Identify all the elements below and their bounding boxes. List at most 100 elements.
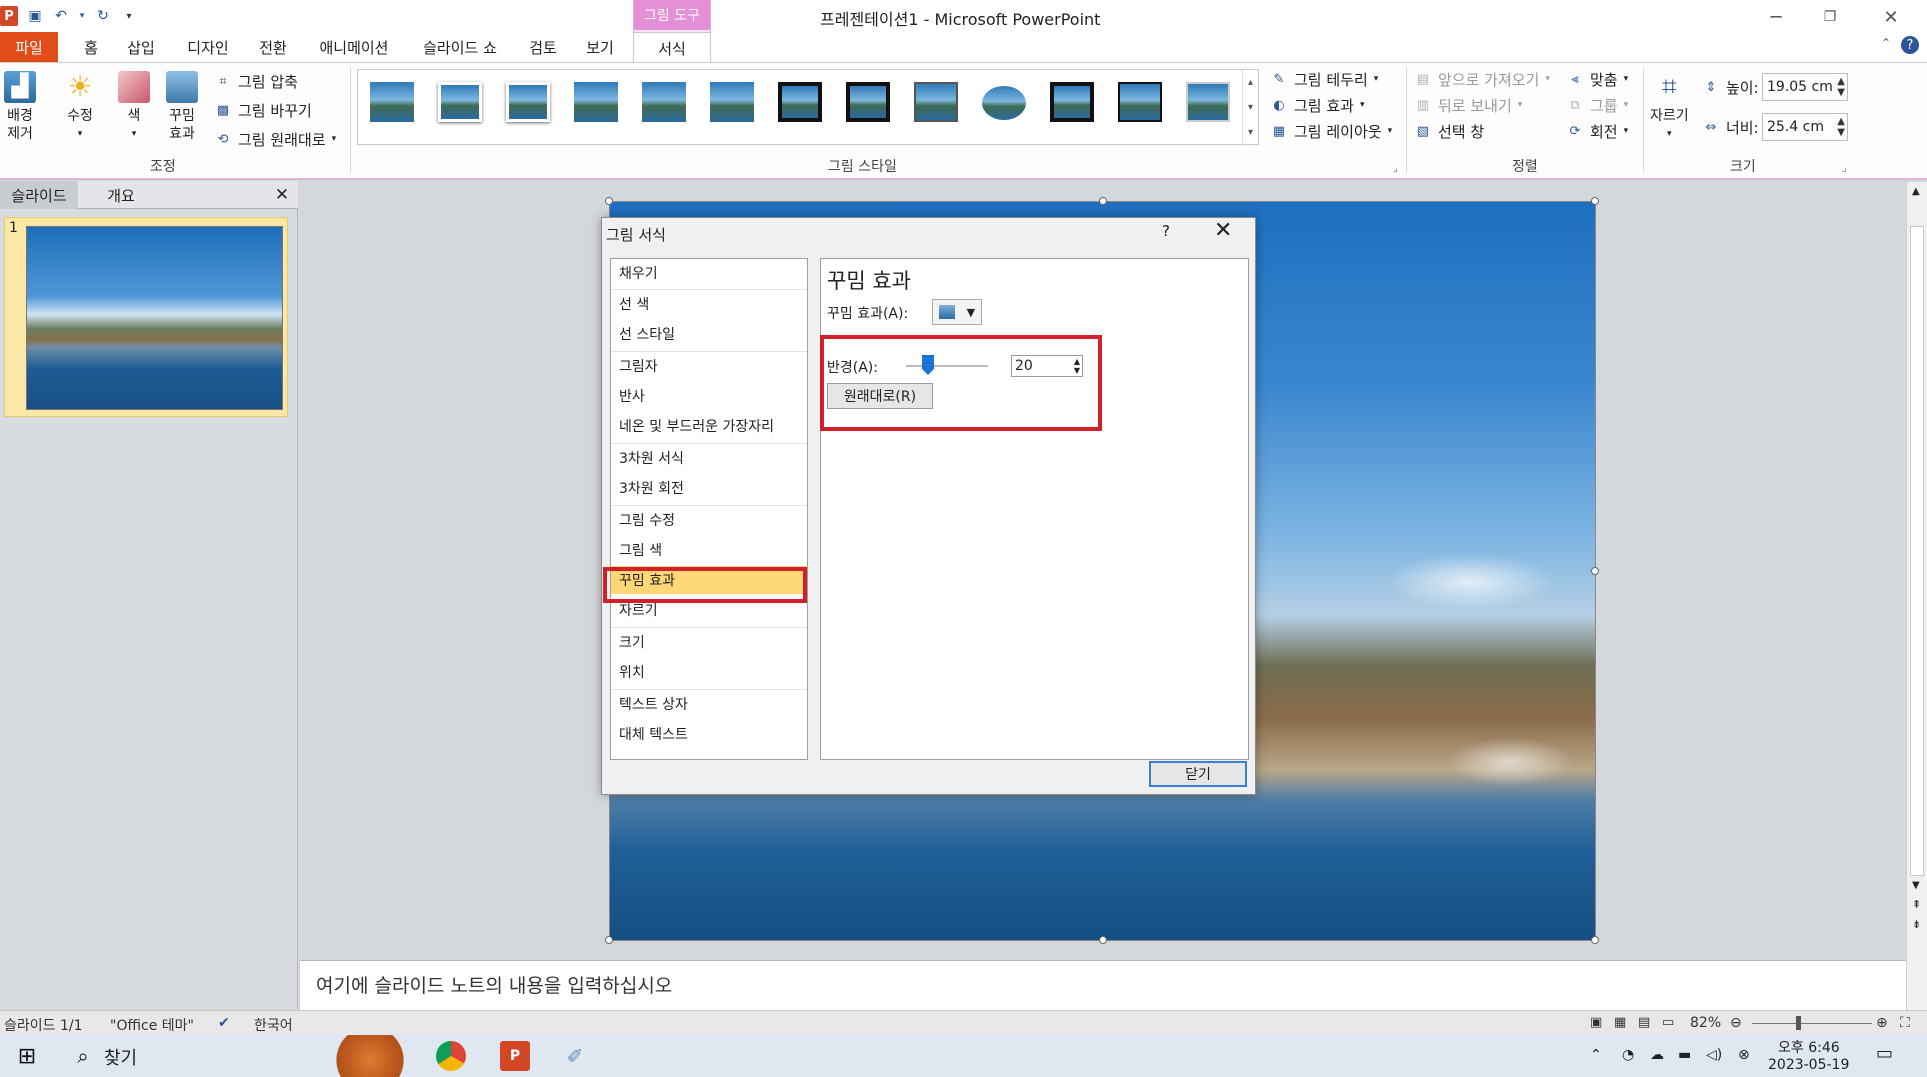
picture-effects-button[interactable]: ◐ 그림 효과 ▾	[1270, 93, 1364, 117]
style-thumb[interactable]	[574, 82, 618, 122]
close-window-icon[interactable]: ✕	[1868, 4, 1914, 30]
windows-start-icon[interactable]: ⊞	[12, 1041, 42, 1071]
style-thumb[interactable]	[778, 82, 822, 122]
resize-handle[interactable]	[1591, 936, 1599, 944]
bring-forward-button[interactable]: ▤ 앞으로 가져오기 ▾	[1414, 67, 1550, 91]
scroll-up-icon[interactable]: ▲	[1912, 186, 1920, 197]
send-backward-button[interactable]: ▥ 뒤로 보내기 ▾	[1414, 93, 1522, 117]
vertical-scrollbar[interactable]: ▲ ▼ ⇞ ⇟	[1906, 182, 1927, 1010]
battery-icon[interactable]: ▬	[1678, 1047, 1691, 1063]
tray-expand-icon[interactable]: ⌃	[1590, 1047, 1602, 1063]
picture-border-button[interactable]: ✎ 그림 테두리 ▾	[1270, 67, 1379, 91]
compress-pictures-button[interactable]: ⌗ 그림 압축	[214, 69, 298, 93]
remove-background-button[interactable]: ▟ 배경 제거	[4, 71, 36, 143]
nav-glow-soft-edges[interactable]: 네온 및 부드러운 가장자리	[611, 412, 807, 440]
search-label[interactable]: 찾기	[104, 1044, 137, 1070]
clock-time[interactable]: 오후 6:46	[1778, 1037, 1840, 1057]
resize-handle[interactable]	[1591, 197, 1599, 205]
gallery-up-icon[interactable]: ▴	[1242, 70, 1258, 95]
nav-reflection[interactable]: 반사	[611, 382, 807, 410]
change-picture-button[interactable]: ▩ 그림 바꾸기	[214, 98, 312, 122]
resize-handle[interactable]	[1591, 567, 1599, 575]
resize-handle[interactable]	[605, 197, 613, 205]
undo-dropdown-icon[interactable]: ▾	[78, 7, 86, 25]
collapse-ribbon-icon[interactable]: ⌃	[1881, 36, 1891, 54]
slide-thumbnail-item[interactable]: 1	[4, 217, 288, 417]
color-button[interactable]: 색 ▾	[118, 71, 150, 143]
nav-position[interactable]: 위치	[611, 658, 807, 686]
tab-insert[interactable]: 삽입	[122, 32, 160, 62]
gallery-more-icon[interactable]: ▾	[1242, 120, 1258, 145]
nav-alt-text[interactable]: 대체 텍스트	[611, 720, 807, 748]
corrections-button[interactable]: ☀ 수정 ▾	[64, 71, 96, 143]
scroll-down-icon[interactable]: ▼	[1912, 880, 1920, 891]
tab-file[interactable]: 파일	[0, 32, 58, 62]
artistic-effect-dropdown[interactable]: ▼	[932, 299, 982, 325]
crop-button[interactable]: ⌗ 자르기 ▾	[1650, 71, 1689, 143]
zoom-slider[interactable]	[1752, 1023, 1872, 1024]
style-thumb[interactable]	[438, 82, 482, 122]
picture-layout-button[interactable]: ▦ 그림 레이아웃 ▾	[1270, 119, 1392, 143]
style-thumb[interactable]	[1186, 82, 1230, 122]
zoom-out-icon[interactable]: ⊖	[1730, 1015, 1742, 1031]
dialog-launcher-icon[interactable]: ⌟	[1842, 163, 1847, 174]
slide-sorter-icon[interactable]: ▦	[1614, 1015, 1626, 1030]
notification-center-icon[interactable]: ▭	[1876, 1043, 1893, 1064]
artistic-effects-button[interactable]: 꾸밈 효과	[166, 71, 198, 143]
style-thumb[interactable]	[982, 86, 1026, 120]
powerpoint-logo-icon[interactable]: P	[0, 6, 18, 26]
resize-handle[interactable]	[1099, 197, 1107, 205]
powerpoint-taskbar-icon[interactable]: P	[500, 1041, 530, 1071]
close-panel-icon[interactable]: ✕	[268, 181, 296, 209]
tab-review[interactable]: 검토	[524, 32, 562, 62]
height-input[interactable]: 19.05 cm ▲ ▼	[1762, 73, 1848, 101]
onedrive-icon[interactable]: ☁	[1650, 1047, 1664, 1063]
style-thumb[interactable]	[846, 82, 890, 122]
paint-icon[interactable]: ✐	[560, 1041, 590, 1071]
resize-handle[interactable]	[1099, 936, 1107, 944]
reset-picture-button[interactable]: ⟲ 그림 원래대로 ▾	[214, 127, 337, 151]
style-thumb[interactable]	[1050, 82, 1094, 122]
customize-qat-icon[interactable]: ▾	[120, 7, 138, 25]
tab-slides[interactable]: 슬라이드	[0, 181, 78, 209]
spellcheck-icon[interactable]: ✔	[218, 1015, 230, 1031]
dialog-launcher-icon[interactable]: ⌟	[1393, 163, 1398, 174]
network-icon[interactable]: ◔	[1622, 1047, 1634, 1063]
clock-date[interactable]: 2023-05-19	[1768, 1057, 1849, 1073]
redo-icon[interactable]: ↻	[94, 7, 112, 25]
help-icon[interactable]: ?	[1901, 36, 1919, 54]
fit-to-window-icon[interactable]: ⛶	[1900, 1015, 1910, 1031]
slideshow-view-icon[interactable]: ▭	[1662, 1015, 1674, 1030]
nav-3d-format[interactable]: 3차원 서식	[611, 444, 807, 472]
nav-text-box[interactable]: 텍스트 상자	[611, 690, 807, 718]
tab-transitions[interactable]: 전환	[254, 32, 292, 62]
scroll-thumb[interactable]	[1910, 226, 1924, 876]
tab-home[interactable]: 홈	[76, 32, 106, 62]
language[interactable]: 한국어	[254, 1015, 293, 1035]
reading-view-icon[interactable]: ▤	[1638, 1015, 1650, 1030]
normal-view-icon[interactable]: ▣	[1590, 1015, 1602, 1030]
align-button[interactable]: ⫷ 맞춤 ▾	[1566, 67, 1628, 91]
save-icon[interactable]: ▣	[26, 7, 44, 25]
width-input[interactable]: 25.4 cm ▲ ▼	[1762, 113, 1848, 141]
style-thumb[interactable]	[642, 82, 686, 122]
previous-slide-icon[interactable]: ⇞	[1912, 898, 1921, 911]
volume-icon[interactable]: ◁)	[1706, 1047, 1722, 1063]
nav-line-style[interactable]: 선 스타일	[611, 320, 807, 348]
style-thumb[interactable]	[370, 82, 414, 122]
resize-handle[interactable]	[605, 936, 613, 944]
dialog-close-icon[interactable]: ✕	[1214, 218, 1232, 243]
nav-picture-color[interactable]: 그림 색	[611, 536, 807, 564]
tab-slideshow[interactable]: 슬라이드 쇼	[415, 32, 505, 62]
rotate-button[interactable]: ⟳ 회전 ▾	[1566, 119, 1629, 143]
nav-size[interactable]: 크기	[611, 628, 807, 656]
dialog-help-icon[interactable]: ?	[1162, 222, 1170, 240]
tab-outline[interactable]: 개요	[80, 181, 162, 209]
minimize-icon[interactable]: ─	[1753, 4, 1799, 30]
close-button[interactable]: 닫기	[1149, 761, 1247, 787]
nav-shadow[interactable]: 그림자	[611, 352, 807, 380]
nav-line-color[interactable]: 선 색	[611, 290, 807, 318]
zoom-in-icon[interactable]: ⊕	[1876, 1015, 1888, 1031]
restore-icon[interactable]: ❐	[1807, 4, 1853, 30]
style-thumb[interactable]	[1118, 82, 1162, 122]
